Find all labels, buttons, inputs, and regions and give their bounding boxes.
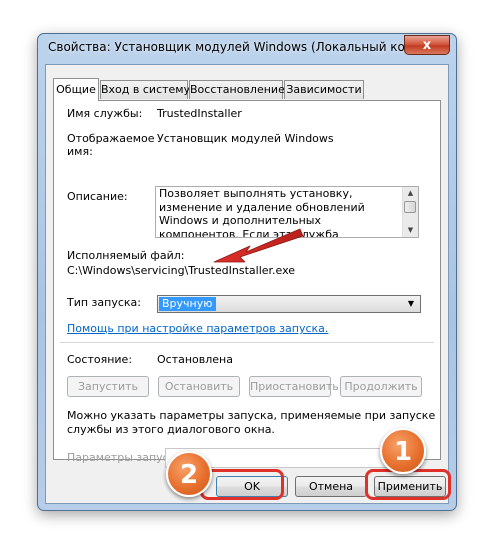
tab-general[interactable]: Общие (53, 78, 99, 101)
